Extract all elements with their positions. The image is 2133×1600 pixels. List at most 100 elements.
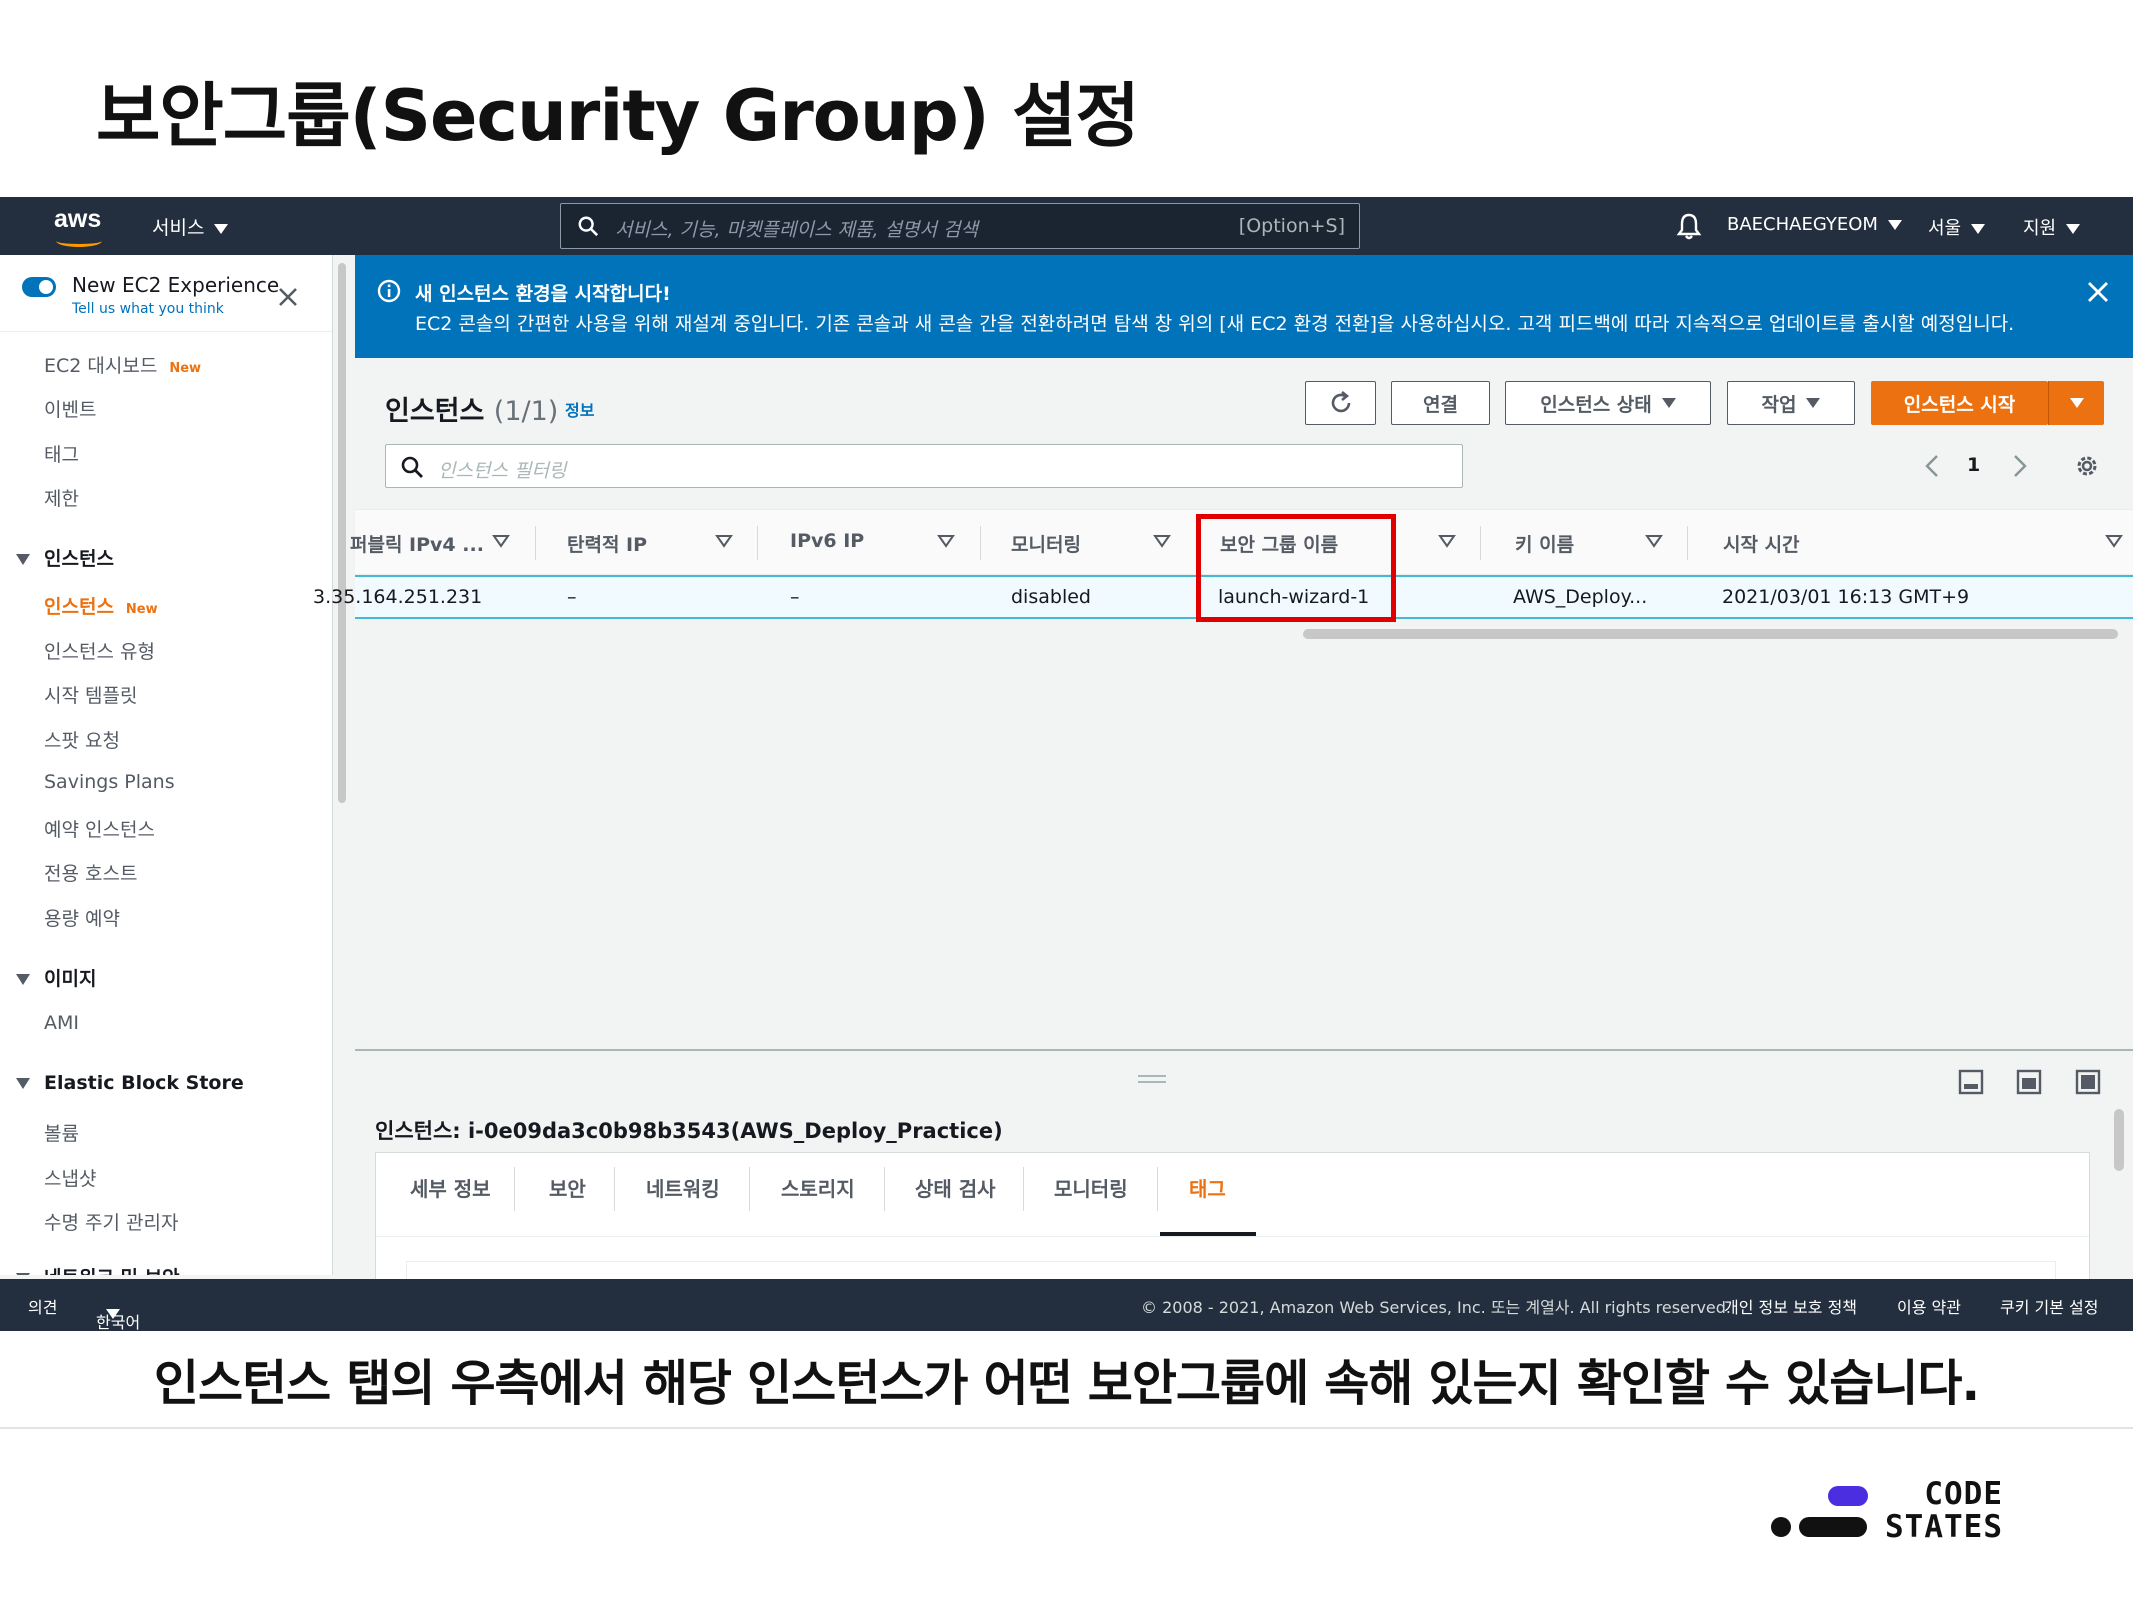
tab-rule — [376, 1236, 2089, 1237]
sidebar-item-reserved-instances[interactable]: 예약 인스턴스 — [44, 815, 155, 842]
instances-title: 인스턴스 — [385, 396, 485, 427]
copyright-text: © 2008 - 2021, Amazon Web Services, Inc.… — [1141, 1298, 1732, 1317]
ec2-console: aws 서비스 서비스, 기능, 마켓플레이스 제품, 설명서 검색 [Opti… — [0, 197, 2133, 1331]
sidebar-item-instance-types[interactable]: 인스턴스 유형 — [44, 637, 155, 664]
sidebar-item-savings-plans[interactable]: Savings Plans — [44, 771, 175, 793]
tab-tags[interactable]: 태그 — [1189, 1173, 1226, 1202]
sidebar: New EC2 Experience Tell us what you thin… — [0, 255, 333, 1275]
drag-handle-icon[interactable] — [1138, 1075, 1166, 1083]
page-number[interactable]: 1 — [1967, 454, 1980, 476]
sidebar-item-limits[interactable]: 제한 — [44, 484, 79, 511]
sidebar-item-snapshots[interactable]: 스냅샷 — [44, 1164, 96, 1191]
security-group-highlight — [1196, 514, 1396, 622]
tab-security[interactable]: 보안 — [549, 1173, 586, 1202]
column-header[interactable]: 탄력적 IP — [567, 530, 647, 557]
column-header[interactable]: 퍼블릭 IPv4 ... — [350, 530, 484, 557]
chevron-right-icon[interactable] — [2010, 453, 2030, 479]
tab-networking[interactable]: 네트워킹 — [646, 1173, 720, 1202]
column-separator[interactable] — [1480, 526, 1481, 560]
actions-button[interactable]: 작업 — [1727, 381, 1855, 425]
connect-button[interactable]: 연결 — [1391, 381, 1490, 425]
launch-instances-button[interactable]: 인스턴스 시작 — [1871, 381, 2048, 425]
caret-down-icon — [2069, 398, 2084, 408]
search-shortcut: [Option+S] — [1238, 215, 1345, 237]
info-link[interactable]: 정보 — [565, 397, 594, 421]
terms-link[interactable]: 이용 약관 — [1897, 1294, 1961, 1318]
close-icon[interactable] — [276, 285, 300, 309]
sidebar-section-label: 인스턴스 — [44, 548, 114, 570]
support-menu[interactable]: 지원 — [2023, 214, 2081, 240]
close-icon[interactable] — [2087, 281, 2109, 303]
tab-details[interactable]: 세부 정보 — [410, 1173, 491, 1202]
codestates-wordmark: CODE STATES — [1885, 1478, 2003, 1544]
tab-monitoring[interactable]: 모니터링 — [1054, 1173, 1128, 1202]
column-separator[interactable] — [980, 526, 981, 560]
aws-logo[interactable]: aws — [52, 203, 108, 247]
column-separator[interactable] — [1687, 526, 1688, 560]
sidebar-section-instances[interactable]: 인스턴스 — [16, 544, 114, 571]
aws-logo-text: aws — [54, 205, 102, 233]
region-menu[interactable]: 서울 — [1928, 214, 1986, 240]
gear-icon[interactable] — [2073, 452, 2101, 480]
sidebar-section-ebs[interactable]: Elastic Block Store — [16, 1072, 244, 1094]
sidebar-item-dedicated-hosts[interactable]: 전용 호스트 — [44, 859, 137, 886]
account-menu[interactable]: BAECHAEGYEOM — [1727, 214, 1902, 235]
sidebar-item-spot-requests[interactable]: 스팟 요청 — [44, 726, 120, 753]
tab-status-checks[interactable]: 상태 검사 — [915, 1173, 996, 1202]
cell-ipv6: – — [790, 586, 800, 608]
column-header[interactable]: 시작 시간 — [1723, 530, 1800, 557]
sidebar-item-ami[interactable]: AMI — [44, 1012, 79, 1034]
sort-icon[interactable] — [1645, 534, 1663, 548]
launch-instances-dropdown[interactable] — [2048, 381, 2104, 425]
sort-icon[interactable] — [492, 534, 510, 548]
new-badge: New — [125, 602, 158, 617]
panel-full-icon[interactable] — [2075, 1069, 2101, 1095]
sort-icon[interactable] — [715, 534, 733, 548]
bell-icon[interactable] — [1675, 211, 1703, 241]
sidebar-item-launch-templates[interactable]: 시작 템플릿 — [44, 681, 137, 708]
table-horizontal-scrollbar[interactable] — [1303, 629, 2118, 639]
privacy-link[interactable]: 개인 정보 보호 정책 — [1724, 1294, 1857, 1318]
global-search-input[interactable]: 서비스, 기능, 마켓플레이스 제품, 설명서 검색 [Option+S] — [560, 203, 1360, 249]
sidebar-item-instances[interactable]: 인스턴스 New — [44, 592, 158, 619]
cell-monitoring: disabled — [1011, 586, 1091, 608]
sidebar-section-label: Elastic Block Store — [44, 1072, 244, 1094]
sidebar-section-images[interactable]: 이미지 — [16, 964, 96, 991]
sort-icon[interactable] — [2105, 534, 2123, 548]
split-panel-divider[interactable] — [355, 1049, 2133, 1051]
info-icon — [377, 279, 401, 303]
caret-down-icon — [1887, 220, 1902, 230]
services-menu[interactable]: 서비스 — [152, 213, 229, 240]
sidebar-item-tags[interactable]: 태그 — [44, 440, 79, 467]
support-label: 지원 — [2023, 218, 2057, 239]
new-experience-toggle[interactable] — [22, 277, 56, 297]
sort-icon[interactable] — [1438, 534, 1456, 548]
sidebar-scrollbar[interactable] — [338, 263, 346, 803]
sort-icon[interactable] — [1153, 534, 1171, 548]
sidebar-item-events[interactable]: 이벤트 — [44, 395, 96, 422]
sidebar-item-capacity-reservations[interactable]: 용량 예약 — [44, 904, 120, 931]
instance-filter-input[interactable]: 인스턴스 필터링 — [385, 444, 1463, 488]
sidebar-item-volumes[interactable]: 볼륨 — [44, 1119, 79, 1146]
panel-bottom-icon[interactable] — [1958, 1069, 1984, 1095]
tab-storage[interactable]: 스토리지 — [781, 1173, 855, 1202]
feedback-link[interactable]: Tell us what you think — [72, 301, 224, 317]
chevron-left-icon[interactable] — [1922, 453, 1942, 479]
sidebar-section-network[interactable]: 네트워크 및 보안 — [16, 1263, 180, 1275]
instance-state-button[interactable]: 인스턴스 상태 — [1505, 381, 1711, 425]
column-separator[interactable] — [757, 526, 758, 560]
panel-middle-icon[interactable] — [2016, 1069, 2042, 1095]
instances-heading: 인스턴스 (1/1) — [385, 389, 558, 428]
refresh-button[interactable] — [1305, 381, 1376, 425]
caret-down-icon — [106, 1309, 120, 1319]
sidebar-item-dashboard[interactable]: EC2 대시보드 New — [44, 351, 201, 378]
cookie-settings-link[interactable]: 쿠키 기본 설정 — [2000, 1294, 2099, 1318]
sidebar-item-lifecycle-manager[interactable]: 수명 주기 관리자 — [44, 1208, 178, 1235]
sort-icon[interactable] — [937, 534, 955, 548]
column-header[interactable]: 모니터링 — [1011, 530, 1081, 557]
column-header[interactable]: 키 이름 — [1515, 530, 1574, 557]
detail-vertical-scrollbar[interactable] — [2114, 1109, 2124, 1171]
column-separator[interactable] — [535, 526, 536, 560]
feedback-link[interactable]: 의견 — [28, 1294, 57, 1318]
column-header[interactable]: IPv6 IP — [790, 530, 864, 552]
